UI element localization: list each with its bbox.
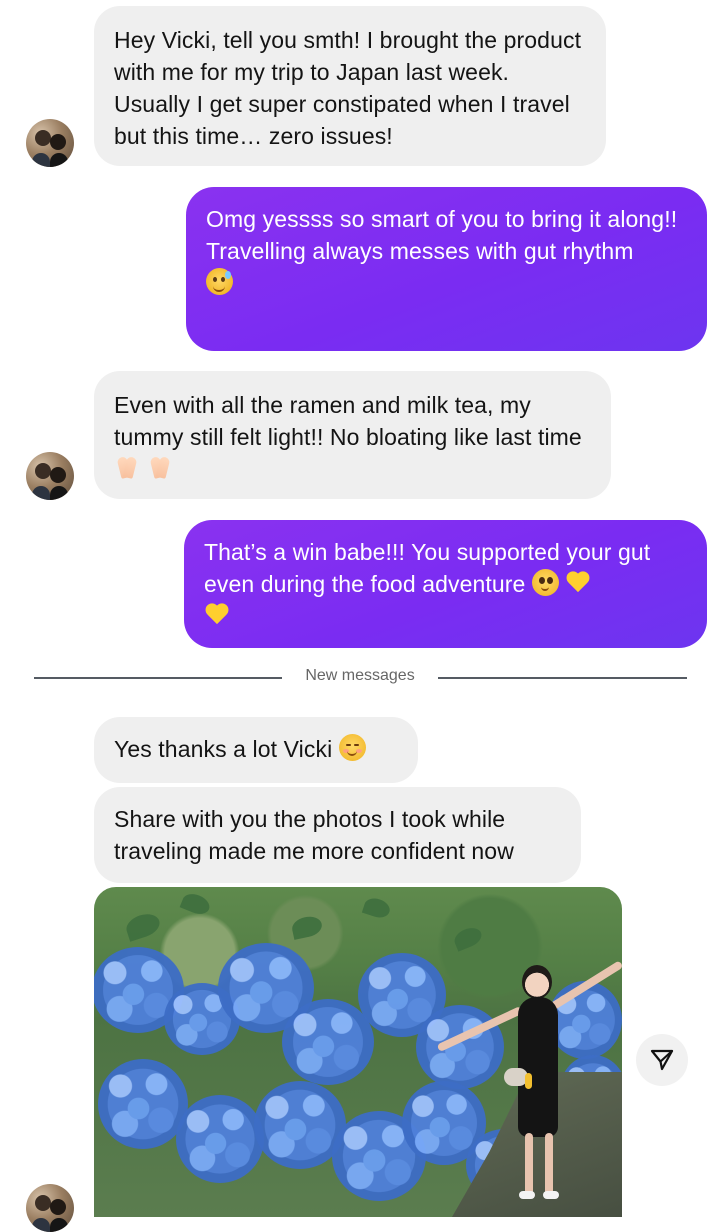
grinning-sweat-emoji	[206, 268, 233, 295]
smiling-face-emoji	[338, 734, 366, 761]
new-messages-divider: New messages	[305, 667, 415, 684]
message-text: Even with all the ramen and milk tea, my…	[114, 392, 582, 450]
yellow-heart-emoji	[204, 604, 230, 627]
share-button[interactable]	[636, 1034, 688, 1086]
avatar	[26, 1184, 74, 1232]
divider-line-right	[438, 677, 687, 679]
pleading-face-emoji	[531, 569, 559, 596]
outgoing-message[interactable]: That’s a win babe!!! You supported your …	[184, 520, 707, 648]
incoming-message[interactable]: Yes thanks a lot Vicki	[94, 717, 418, 783]
folded-hands-emoji	[114, 455, 140, 481]
outgoing-message[interactable]: Omg yessss so smart of you to bring it a…	[186, 187, 707, 351]
avatar	[26, 119, 74, 167]
incoming-message[interactable]: Even with all the ramen and milk tea, my…	[94, 371, 611, 499]
folded-hands-emoji	[147, 455, 173, 481]
message-text: Hey Vicki, tell you smth! I brought the …	[114, 27, 588, 149]
send-icon	[650, 1049, 674, 1071]
message-text: Omg yessss so smart of you to bring it a…	[206, 206, 678, 264]
shared-photo[interactable]	[94, 887, 622, 1217]
avatar	[26, 452, 74, 500]
message-text: Share with you the photos I took while t…	[114, 806, 514, 864]
yellow-heart-emoji	[565, 572, 591, 595]
incoming-message[interactable]: Share with you the photos I took while t…	[94, 787, 581, 883]
incoming-message[interactable]: Hey Vicki, tell you smth! I brought the …	[94, 6, 606, 166]
message-text: Yes thanks a lot Vicki	[114, 736, 333, 762]
